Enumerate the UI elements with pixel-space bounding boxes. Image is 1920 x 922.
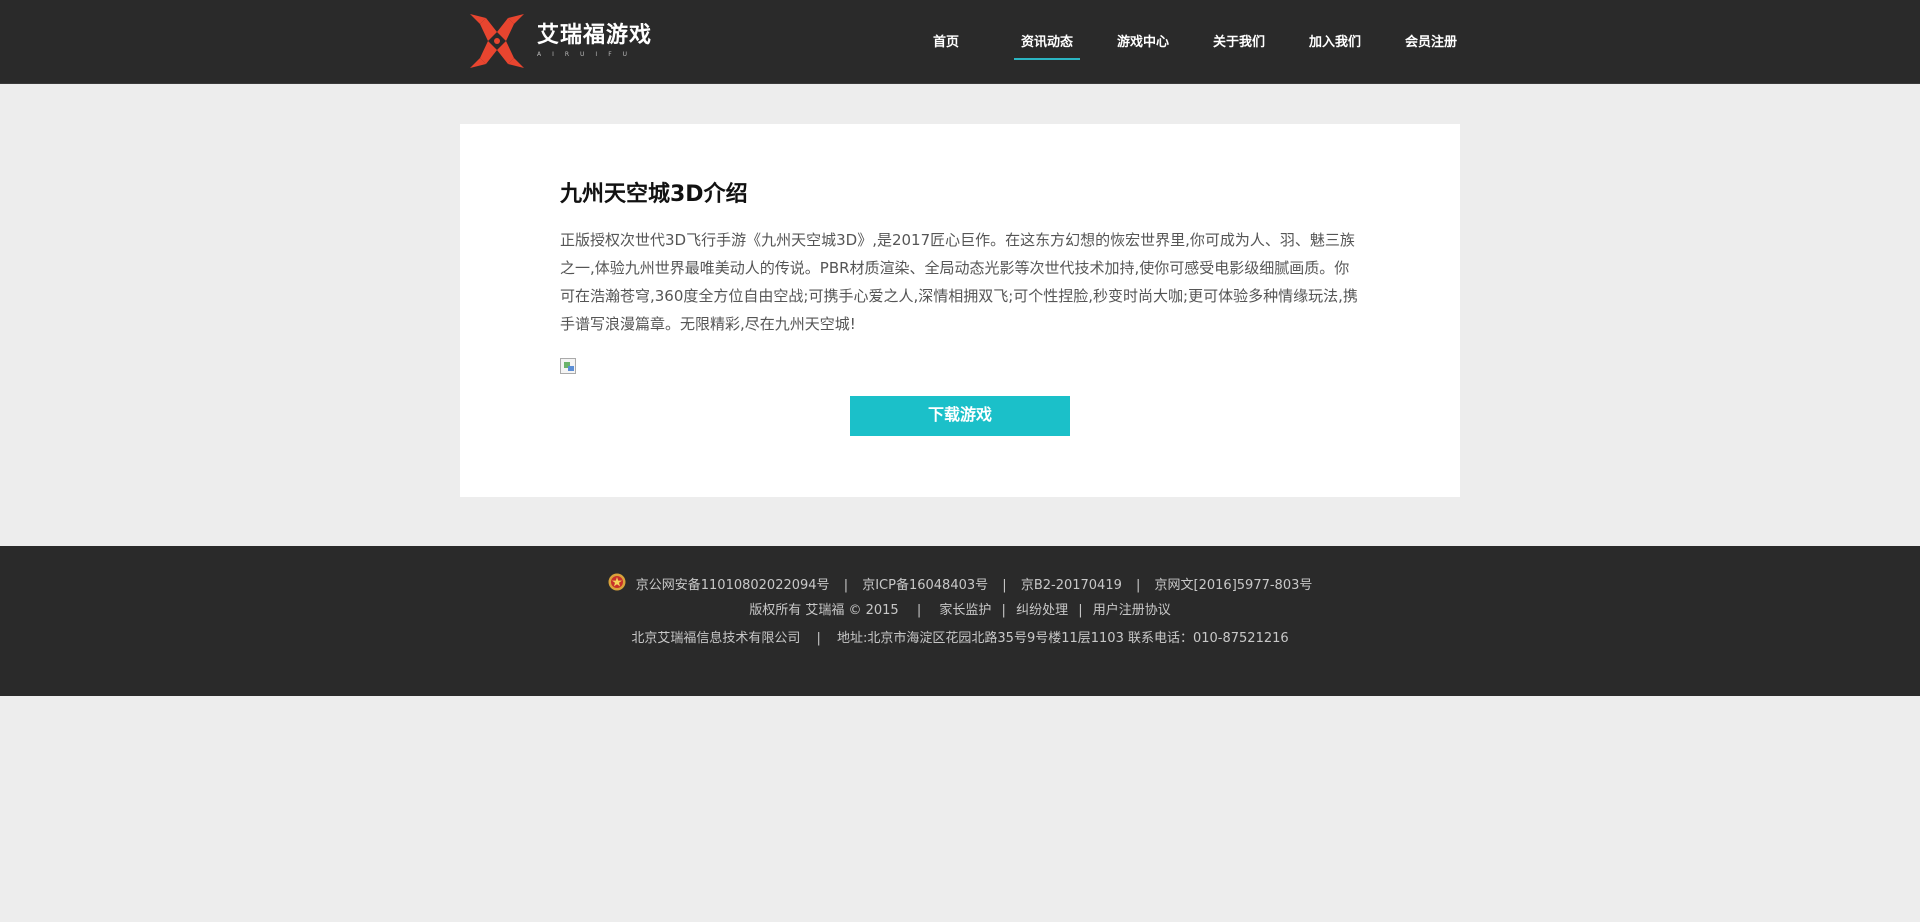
nav-item-game-center[interactable]: 游戏中心: [1110, 0, 1176, 84]
b2-license-link[interactable]: 京B2-20170419: [1021, 576, 1122, 596]
parental-monitoring-link[interactable]: 家长监护: [939, 601, 991, 621]
footer-copyright-line: 版权所有 艾瑞福 © 2015 | 家长监护 | 纠纷处理 | 用户注册协议: [0, 601, 1920, 621]
icp-record-link[interactable]: 京ICP备16048403号: [862, 576, 988, 596]
article-body: 正版授权次世代3D飞行手游《九州天空城3D》,是2017匠心巨作。在这东方幻想的…: [560, 231, 1358, 333]
dispute-handling-link[interactable]: 纠纷处理: [1016, 601, 1068, 621]
police-record-link[interactable]: 京公网安备11010802022094号: [636, 576, 830, 596]
logo-subtext: AIRUIFU: [537, 51, 639, 58]
logo-text-group: 艾瑞福游戏 AIRUIFU: [537, 23, 652, 59]
logo-text: 艾瑞福游戏: [537, 23, 653, 48]
nav-item-home[interactable]: 首页: [920, 0, 972, 84]
footer-address-line: 北京艾瑞福信息技术有限公司 | 地址:北京市海淀区花园北路35号9号楼11层11…: [0, 629, 1920, 649]
broken-image-icon: [560, 358, 576, 374]
separator: |: [816, 631, 821, 646]
company-address: 地址:北京市海淀区花园北路35号9号楼11层1103 联系电话：010-8752…: [837, 631, 1289, 646]
download-game-button[interactable]: 下载游戏: [850, 396, 1070, 436]
site-header: 艾瑞福游戏 AIRUIFU 首页 资讯动态 游戏中心 关于我们 加入我们 会员注…: [0, 0, 1920, 84]
separator: |: [843, 577, 849, 593]
article-title: 九州天空城3D介绍: [560, 182, 748, 207]
company-name: 北京艾瑞福信息技术有限公司: [631, 631, 801, 646]
separator: |: [1078, 603, 1083, 618]
police-emblem-icon: [608, 573, 626, 591]
nav-item-news[interactable]: 资讯动态: [1014, 0, 1080, 84]
nav-item-register[interactable]: 会员注册: [1398, 0, 1464, 84]
separator: |: [1001, 603, 1006, 618]
header-inner: 艾瑞福游戏 AIRUIFU 首页 资讯动态 游戏中心 关于我们 加入我们 会员注…: [460, 0, 1460, 84]
site-logo[interactable]: 艾瑞福游戏 AIRUIFU: [466, 10, 676, 72]
article-card: 九州天空城3D介绍 正版授权次世代3D飞行手游《九州天空城3D》,是2017匠心…: [460, 124, 1460, 497]
separator: |: [1136, 577, 1141, 593]
logo-mark-icon: [470, 14, 524, 68]
copyright-text: 版权所有 艾瑞福 © 2015: [749, 603, 899, 618]
police-badge-icon: [608, 573, 632, 598]
separator: |: [1002, 577, 1007, 593]
main-nav: 首页 资讯动态 游戏中心 关于我们 加入我们 会员注册: [920, 0, 1464, 84]
nav-item-about-us[interactable]: 关于我们: [1206, 0, 1272, 84]
footer-license-line: 京公网安备11010802022094号 | 京ICP备16048403号 | …: [0, 573, 1920, 593]
separator: |: [916, 603, 922, 618]
site-footer: 京公网安备11010802022094号 | 京ICP备16048403号 | …: [0, 546, 1920, 696]
nav-item-join-us[interactable]: 加入我们: [1302, 0, 1368, 84]
user-agreement-link[interactable]: 用户注册协议: [1093, 601, 1171, 621]
culture-license-link[interactable]: 京网文[2016]5977-803号: [1155, 576, 1313, 596]
